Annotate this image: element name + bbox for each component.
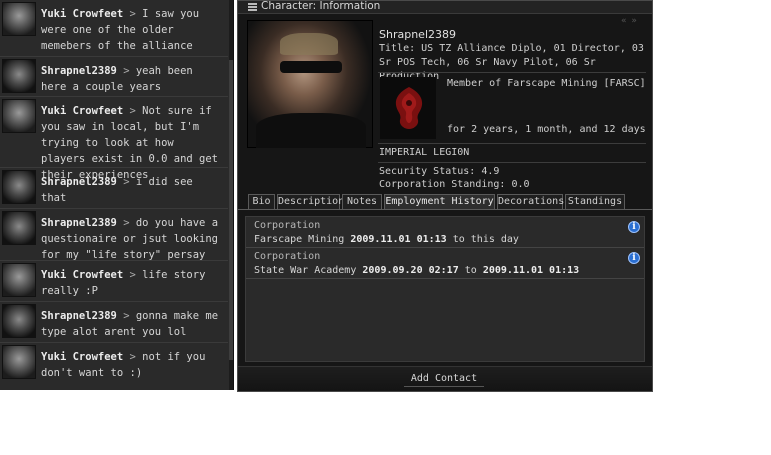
- chat-message: Shrapnel2389 > i did see that: [0, 168, 228, 209]
- avatar[interactable]: [2, 2, 36, 36]
- corporation-emblem-icon: [395, 87, 423, 129]
- chat-message: Shrapnel2389 > gonna make me type alot a…: [0, 302, 228, 343]
- corporation-membership[interactable]: Member of Farscape Mining [FARSC]: [447, 78, 646, 89]
- history-joiner: to: [464, 265, 477, 276]
- chat-separator: >: [123, 217, 130, 229]
- chat-message: Yuki Crowfeet > Not sure if you saw in l…: [0, 97, 228, 181]
- chat-separator: >: [123, 310, 130, 322]
- tab-employment-history[interactable]: Employment History: [384, 194, 495, 210]
- window-footer: Add Contact: [238, 366, 652, 391]
- list-item[interactable]: Corporation State War Academy 2009.09.20…: [246, 248, 644, 279]
- window-titlebar[interactable]: Character: Information: [238, 0, 652, 14]
- history-start: 2009.11.01 01:13: [350, 234, 447, 245]
- character-info-window: Character: Information « » Shrapnel2389 …: [237, 0, 653, 392]
- chat-panel: Yuki Crowfeet > I saw you were one of th…: [0, 0, 234, 390]
- corporation-logo[interactable]: [380, 77, 436, 139]
- chat-message: Shrapnel2389 > do you have a questionair…: [0, 209, 228, 261]
- chat-message: Yuki Crowfeet > I saw you were one of th…: [0, 0, 228, 57]
- character-portrait[interactable]: [247, 20, 373, 148]
- history-label: Corporation: [254, 251, 321, 262]
- info-icon[interactable]: i: [628, 221, 640, 233]
- corporation-standing: Corporation Standing: 0.0: [379, 179, 530, 190]
- chat-scrollbar-thumb[interactable]: [229, 60, 233, 360]
- chat-message-text: Yuki Crowfeet > not if you don't want to…: [41, 343, 228, 381]
- history-corp[interactable]: State War Academy: [254, 265, 356, 276]
- tab-bio[interactable]: Bio: [248, 194, 275, 210]
- add-contact-button[interactable]: Add Contact: [404, 371, 484, 387]
- chat-message: Yuki Crowfeet > not if you don't want to…: [0, 343, 228, 390]
- portrait-coat: [256, 113, 366, 148]
- history-end: this day: [470, 234, 519, 245]
- chat-separator: >: [129, 351, 136, 363]
- chat-sender-name[interactable]: Shrapnel2389: [41, 217, 117, 229]
- chat-message-text: Yuki Crowfeet > life story really :P: [41, 261, 228, 299]
- avatar[interactable]: [2, 99, 36, 133]
- history-start: 2009.09.20 02:17: [362, 265, 459, 276]
- chat-sender-name[interactable]: Shrapnel2389: [41, 310, 117, 322]
- avatar[interactable]: [2, 170, 36, 204]
- chat-separator: >: [123, 176, 130, 188]
- tab-underline: [238, 209, 652, 210]
- chat-message: Shrapnel2389 > yeah been here a couple y…: [0, 57, 228, 97]
- avatar[interactable]: [2, 304, 36, 338]
- tab-notes[interactable]: Notes: [342, 194, 382, 210]
- divider: [378, 72, 646, 73]
- tab-decorations[interactable]: Decorations: [497, 194, 564, 210]
- chat-message-text: Shrapnel2389 > do you have a questionair…: [41, 209, 228, 263]
- list-item[interactable]: Corporation Farscape Mining 2009.11.01 0…: [246, 217, 644, 248]
- chat-sender-name[interactable]: Shrapnel2389: [41, 65, 117, 77]
- history-corp[interactable]: Farscape Mining: [254, 234, 344, 245]
- chat-sender-name[interactable]: Yuki Crowfeet: [41, 8, 123, 20]
- window-title: Character: Information: [261, 0, 381, 12]
- menu-icon[interactable]: [248, 3, 257, 11]
- avatar[interactable]: [2, 59, 36, 93]
- avatar[interactable]: [2, 345, 36, 379]
- chat-sender-name[interactable]: Yuki Crowfeet: [41, 269, 123, 281]
- chat-message: Yuki Crowfeet > life story really :P: [0, 261, 228, 302]
- security-status: Security Status: 4.9: [379, 166, 500, 177]
- history-entry: Farscape Mining 2009.11.01 01:13 to this…: [254, 234, 519, 245]
- employment-history-list: Corporation Farscape Mining 2009.11.01 0…: [245, 216, 645, 362]
- chat-separator: >: [129, 8, 136, 20]
- chat-message-text: Yuki Crowfeet > I saw you were one of th…: [41, 0, 228, 54]
- chat-scrollbar[interactable]: [229, 0, 233, 390]
- character-name: Shrapnel2389: [379, 28, 456, 41]
- chat-sender-name[interactable]: Yuki Crowfeet: [41, 105, 123, 117]
- chat-separator: >: [123, 65, 130, 77]
- divider: [378, 162, 646, 163]
- chat-message-text: Shrapnel2389 > gonna make me type alot a…: [41, 302, 228, 340]
- avatar[interactable]: [2, 211, 36, 245]
- history-end: 2009.11.01 01:13: [482, 265, 580, 276]
- alliance-name[interactable]: IMPERIAL LEGI0N: [379, 147, 469, 158]
- chat-message-text: Shrapnel2389 > yeah been here a couple y…: [41, 57, 228, 95]
- chat-separator: >: [129, 105, 136, 117]
- corporation-duration: for 2 years, 1 month, and 12 days: [447, 124, 646, 135]
- chat-separator: >: [129, 269, 136, 281]
- avatar[interactable]: [2, 263, 36, 297]
- tab-standings[interactable]: Standings: [565, 194, 625, 210]
- chat-message-text: Shrapnel2389 > i did see that: [41, 168, 228, 206]
- collapse-icon[interactable]: « »: [621, 16, 638, 26]
- portrait-glasses: [280, 61, 342, 73]
- divider: [378, 143, 646, 144]
- info-icon[interactable]: i: [628, 252, 640, 264]
- history-joiner: to: [452, 234, 465, 245]
- portrait-hair: [280, 33, 338, 55]
- chat-sender-name[interactable]: Shrapnel2389: [41, 176, 117, 188]
- history-label: Corporation: [254, 220, 321, 231]
- history-entry: State War Academy 2009.09.20 02:17 to 20…: [254, 265, 579, 276]
- tab-description[interactable]: Description: [277, 194, 344, 210]
- chat-sender-name[interactable]: Yuki Crowfeet: [41, 351, 123, 363]
